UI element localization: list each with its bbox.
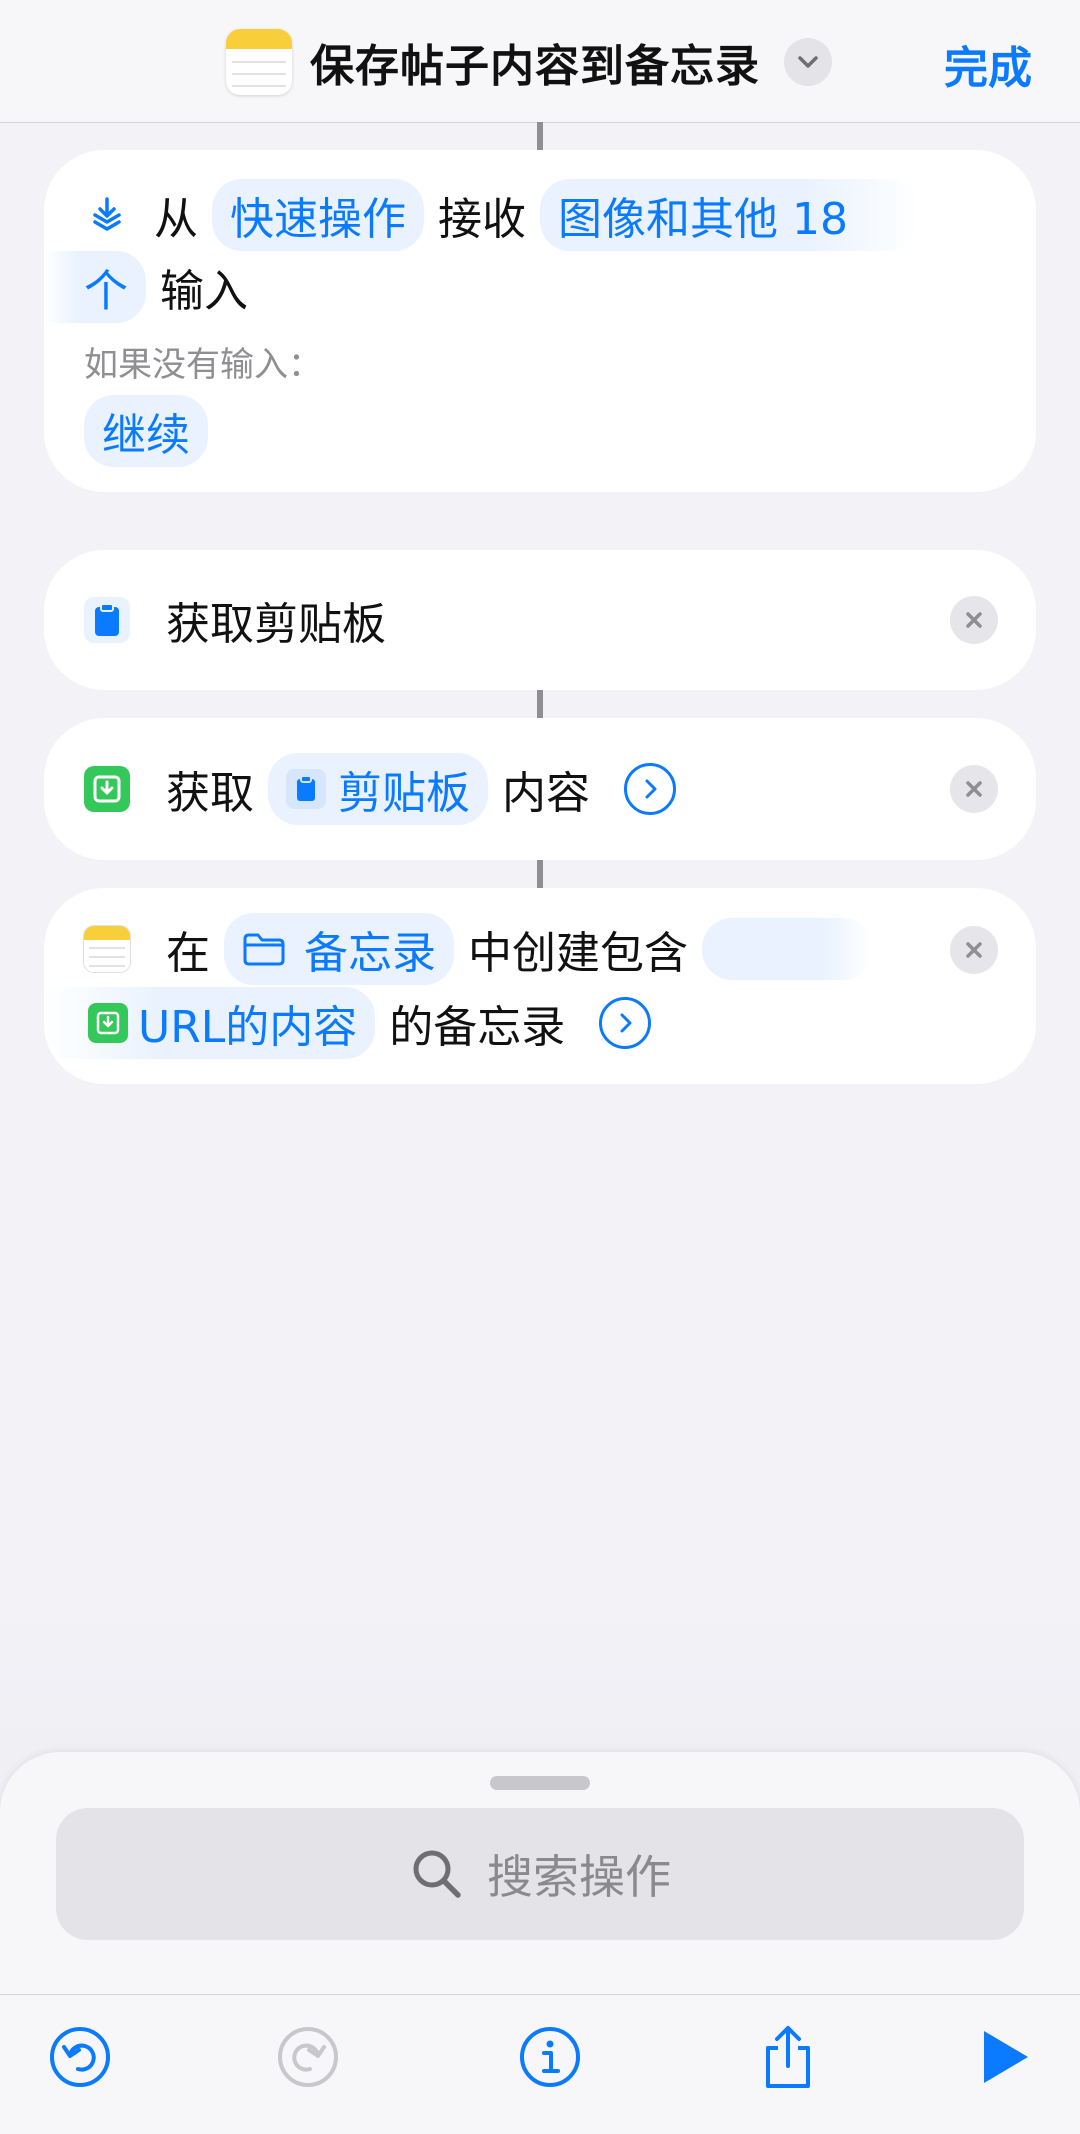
from-label: 从 bbox=[154, 194, 198, 245]
get-label: 获取 bbox=[166, 768, 254, 819]
info-icon bbox=[520, 2027, 580, 2087]
shortcut-title-menu[interactable]: 保存帖子内容到备忘录 bbox=[226, 28, 832, 96]
if-no-input-label: 如果没有输入： bbox=[84, 344, 322, 385]
chevron-right-icon[interactable] bbox=[599, 997, 652, 1049]
clipboard-token-label: 剪贴板 bbox=[338, 768, 470, 819]
share-button[interactable] bbox=[748, 2017, 828, 2097]
run-button[interactable] bbox=[964, 2017, 1044, 2097]
chevron-right-icon[interactable] bbox=[624, 763, 676, 815]
input-label: 输入 bbox=[160, 266, 248, 317]
note-body-token-start[interactable] bbox=[702, 918, 872, 980]
action-search-sheet: 搜索操作 bbox=[0, 1752, 1080, 1994]
search-actions-field[interactable]: 搜索操作 bbox=[56, 1808, 1024, 1940]
note-body-token[interactable]: URL的内容 bbox=[44, 987, 376, 1059]
redo-button[interactable] bbox=[268, 2017, 348, 2097]
remove-action-button[interactable] bbox=[950, 596, 998, 644]
play-icon bbox=[984, 2031, 1028, 2083]
note-body-token-label: URL的内容 bbox=[138, 1002, 358, 1053]
folder-icon bbox=[242, 931, 286, 967]
undo-button[interactable] bbox=[40, 2017, 120, 2097]
action-connector bbox=[537, 860, 543, 888]
receive-input-action[interactable]: 从 快速操作 接收 图像和其他 18 个 输入 如果没有输入： 继续 bbox=[44, 150, 1036, 492]
in-label: 在 bbox=[166, 928, 210, 979]
done-button[interactable]: 完成 bbox=[944, 32, 1032, 96]
get-contents-icon bbox=[88, 1003, 128, 1043]
receive-input-icon bbox=[84, 192, 130, 238]
search-icon bbox=[413, 1850, 461, 1898]
input-types-token-cont[interactable]: 个 bbox=[44, 251, 146, 323]
sheet-grabber[interactable] bbox=[490, 1776, 590, 1790]
shortcut-editor: 保存帖子内容到备忘录 完成 从 快速操作 接收 图像和其他 18 个 输入 如果… bbox=[0, 0, 1080, 2134]
share-icon bbox=[766, 2026, 810, 2088]
fallback-token[interactable]: 继续 bbox=[84, 395, 208, 467]
notes-app-icon bbox=[226, 29, 292, 95]
create-note-action[interactable]: 在 备忘录 中创建包含 URL的内容 的备忘录 bbox=[44, 888, 1036, 1084]
clipboard-variable-token[interactable]: 剪贴板 bbox=[268, 753, 488, 825]
note-label: 的备忘录 bbox=[389, 1002, 566, 1053]
bottom-toolbar bbox=[0, 1994, 1080, 2134]
remove-action-button[interactable] bbox=[950, 926, 998, 974]
get-contents-icon bbox=[84, 766, 130, 812]
create-label: 中创建包含 bbox=[468, 928, 688, 979]
clipboard-icon bbox=[286, 769, 326, 809]
action-connector bbox=[537, 122, 543, 150]
clipboard-icon bbox=[84, 597, 130, 643]
clipboard-label: 获取剪贴板 bbox=[166, 599, 386, 650]
input-types-token[interactable]: 图像和其他 18 bbox=[540, 179, 918, 251]
action-connector bbox=[537, 690, 543, 718]
folder-token[interactable]: 备忘录 bbox=[224, 913, 454, 985]
receive-label: 接收 bbox=[438, 194, 526, 245]
get-contents-action[interactable]: 获取 剪贴板 内容 bbox=[44, 718, 1036, 860]
nav-header: 保存帖子内容到备忘录 完成 bbox=[0, 0, 1080, 123]
undo-icon bbox=[50, 2027, 110, 2087]
shortcut-title: 保存帖子内容到备忘录 bbox=[310, 41, 760, 92]
chevron-down-icon[interactable] bbox=[784, 38, 832, 86]
get-clipboard-action[interactable]: 获取剪贴板 bbox=[44, 550, 1036, 690]
redo-icon bbox=[278, 2027, 338, 2087]
folder-token-label: 备忘录 bbox=[304, 928, 436, 979]
remove-action-button[interactable] bbox=[950, 765, 998, 813]
info-button[interactable] bbox=[510, 2017, 590, 2097]
notes-icon bbox=[84, 926, 130, 972]
contents-label: 内容 bbox=[502, 768, 590, 819]
search-placeholder: 搜索操作 bbox=[487, 1850, 671, 1904]
source-token[interactable]: 快速操作 bbox=[212, 179, 424, 251]
